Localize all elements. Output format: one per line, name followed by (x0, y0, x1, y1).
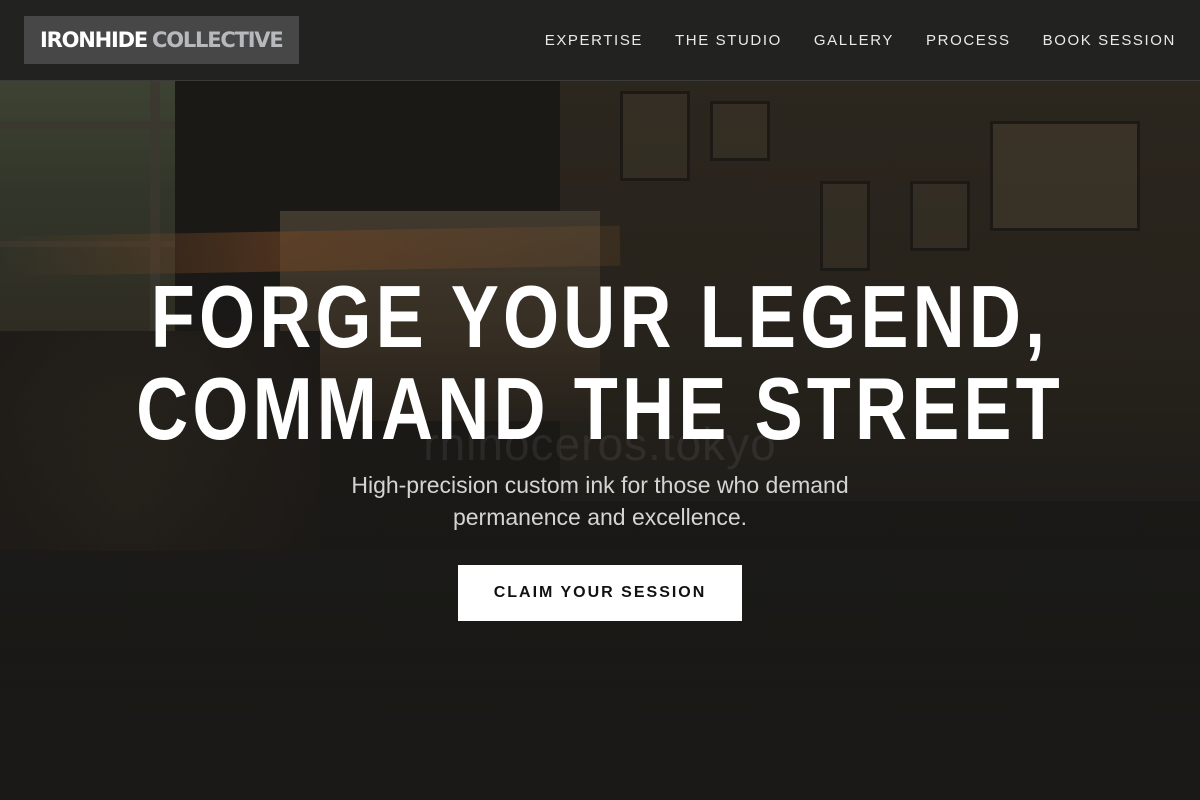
hero-headline: FORGE YOUR LEGEND, COMMAND THE STREET (108, 271, 1092, 455)
hero-section: rhinoceros.tokyo FORGE YOUR LEGEND, COMM… (0, 81, 1200, 800)
brand-name-primary: IRONHIDE (40, 28, 148, 52)
claim-session-button[interactable]: CLAIM YOUR SESSION (458, 565, 742, 621)
nav-link-process[interactable]: PROCESS (926, 32, 1011, 49)
nav-link-the-studio[interactable]: THE STUDIO (675, 32, 782, 49)
hero-headline-line-2: COMMAND THE STREET (136, 359, 1064, 458)
nav-link-expertise[interactable]: EXPERTISE (545, 32, 643, 49)
hero-subtitle: High-precision custom ink for those who … (351, 472, 849, 530)
nav-link-book-session[interactable]: BOOK SESSION (1043, 32, 1176, 49)
brand-name-secondary: COLLECTIVE (151, 28, 284, 52)
top-nav: IRONHIDE COLLECTIVE EXPERTISE THE STUDIO… (0, 0, 1200, 81)
hero-headline-line-1: FORGE YOUR LEGEND, (150, 267, 1050, 366)
brand-logo[interactable]: IRONHIDE COLLECTIVE (24, 16, 299, 64)
nav-link-gallery[interactable]: GALLERY (814, 32, 894, 49)
nav-menu: EXPERTISE THE STUDIO GALLERY PROCESS BOO… (545, 32, 1176, 49)
